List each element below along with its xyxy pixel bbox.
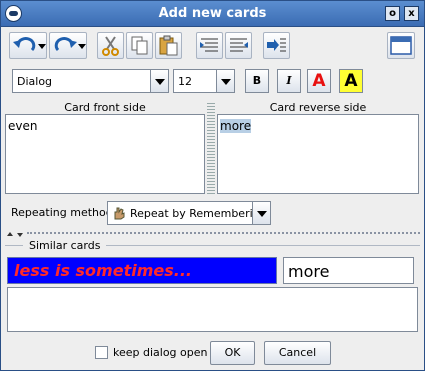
repeating-method-label: Repeating method: (11, 206, 117, 219)
reverse-side-label: Card reverse side (269, 101, 367, 114)
dialog-footer: keep dialog open OK Cancel (1, 339, 424, 367)
keep-open-label: keep dialog open (113, 346, 208, 359)
front-side-editor[interactable]: even (5, 114, 205, 194)
cancel-button[interactable]: Cancel (264, 341, 331, 365)
highlight-color-button[interactable]: A (339, 69, 363, 93)
add-cards-dialog: Add new cards o x Dialog 12 B I A A Card… (0, 0, 425, 371)
chevron-down-icon[interactable] (150, 70, 168, 92)
redo-icon (54, 37, 86, 52)
align-left-button[interactable] (196, 32, 223, 59)
hand-icon (114, 207, 125, 220)
chevron-down-icon[interactable] (252, 202, 270, 224)
text-color-button[interactable]: A (307, 69, 331, 93)
similar-card-front-text: less is sometimes... (14, 261, 192, 280)
paste-icon (159, 35, 178, 56)
chevron-down-icon[interactable] (216, 70, 234, 92)
font-size-select[interactable]: 12 (173, 69, 235, 93)
close-button[interactable]: x (404, 6, 419, 21)
front-side-text: even (8, 119, 38, 133)
font-family-select[interactable]: Dialog (12, 69, 169, 93)
similar-cards-label: Similar cards (23, 239, 107, 252)
vertical-splitter[interactable] (207, 101, 215, 195)
insert-button[interactable] (263, 32, 290, 59)
reverse-side-editor[interactable]: more (217, 114, 419, 194)
cut-icon (102, 36, 119, 56)
window-title: Add new cards (158, 6, 267, 21)
similar-card-back[interactable]: more (283, 257, 414, 284)
repeating-method-select[interactable]: Repeat by Remembering (107, 201, 271, 225)
front-side-label: Card front side (64, 101, 146, 114)
align-right-icon (230, 38, 248, 52)
similar-cards-group: Similar cards (5, 239, 420, 253)
similar-card-front[interactable]: less is sometimes... (7, 257, 277, 284)
align-left-icon (200, 38, 218, 52)
insert-icon (267, 38, 286, 52)
paste-button[interactable] (155, 32, 182, 59)
bold-button[interactable]: B (245, 69, 269, 93)
font-size-value: 12 (178, 75, 192, 88)
window-icon (390, 36, 412, 55)
minimize-button[interactable]: o (385, 6, 400, 21)
format-toolbar: Dialog 12 B I A A (5, 65, 420, 97)
repeating-method-value: Repeat by Remembering (130, 207, 267, 220)
reverse-side-text: more (220, 119, 252, 133)
align-right-button[interactable] (225, 32, 252, 59)
keep-open-checkbox[interactable] (95, 346, 108, 359)
title-bar: Add new cards o x (1, 1, 424, 27)
ok-button[interactable]: OK (210, 341, 255, 365)
window-button[interactable] (387, 32, 415, 59)
redo-button[interactable] (49, 32, 87, 59)
undo-button[interactable] (9, 32, 47, 59)
font-family-value: Dialog (17, 75, 53, 88)
undo-icon (13, 37, 46, 52)
edit-toolbar (5, 29, 420, 63)
similar-card-back-text: more (288, 262, 330, 281)
copy-button[interactable] (126, 32, 153, 59)
similar-cards-list[interactable] (7, 287, 418, 332)
italic-button[interactable]: I (277, 69, 301, 93)
cut-button[interactable] (97, 32, 124, 59)
horizontal-splitter[interactable] (5, 229, 420, 237)
copy-icon (131, 36, 148, 55)
